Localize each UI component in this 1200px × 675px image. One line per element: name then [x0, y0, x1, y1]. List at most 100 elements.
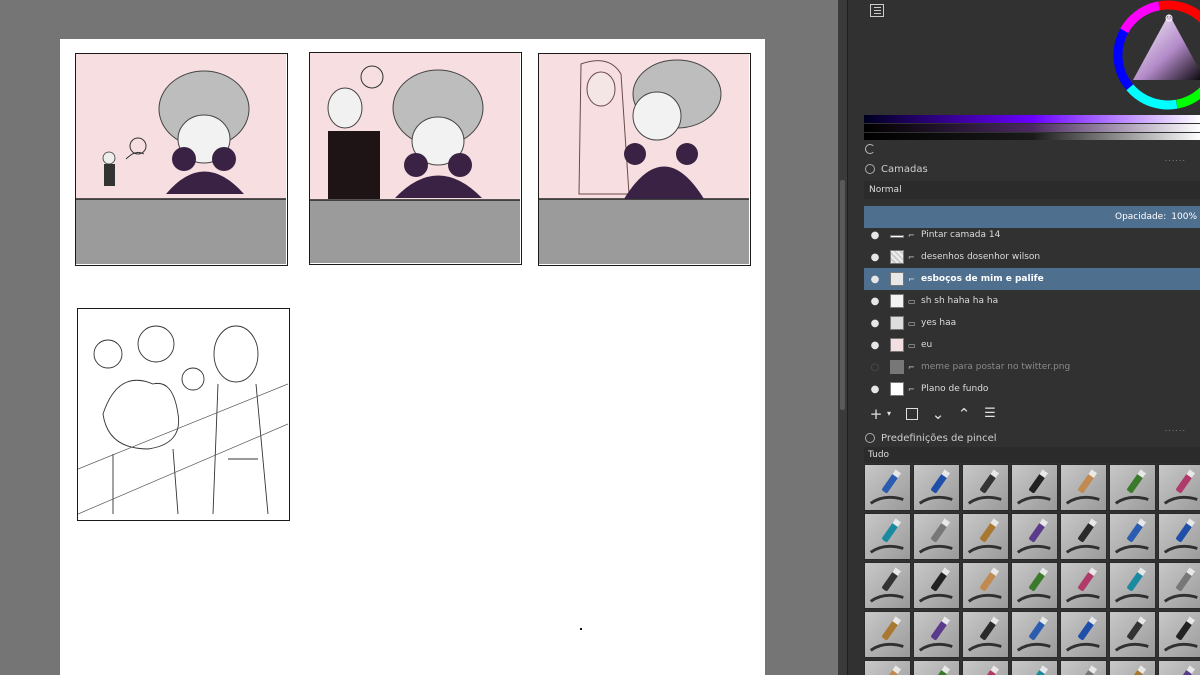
- brush-preset-thumbnail[interactable]: [1011, 562, 1058, 609]
- refresh-icon[interactable]: [865, 144, 875, 154]
- file-layer-icon: ⌐: [908, 362, 915, 372]
- brush-preset-thumbnail[interactable]: [962, 464, 1009, 511]
- layer-thumbnail: [890, 294, 904, 308]
- list-icon[interactable]: [870, 4, 884, 17]
- plus-icon[interactable]: +: [866, 404, 886, 424]
- brush-preset-thumbnail[interactable]: [1158, 562, 1200, 609]
- brush-preset-thumbnail[interactable]: [1060, 464, 1107, 511]
- brush-preset-thumbnail[interactable]: [913, 660, 960, 675]
- brush-preset-thumbnail[interactable]: [1060, 660, 1107, 675]
- brush-preset-thumbnail[interactable]: [864, 464, 911, 511]
- brush-preset-thumbnail[interactable]: [1011, 513, 1058, 560]
- sliders-icon[interactable]: ☰: [980, 404, 1000, 424]
- layer-thumbnail: [890, 338, 904, 352]
- brush-preset-thumbnail[interactable]: [1109, 611, 1156, 658]
- group-layer-icon: ▭: [908, 318, 916, 328]
- eye-icon[interactable]: ●: [868, 318, 882, 329]
- eye-icon[interactable]: ●: [868, 230, 882, 241]
- blend-mode-select[interactable]: Normal: [864, 181, 1200, 199]
- eye-icon[interactable]: ●: [868, 274, 882, 285]
- brush-preset-thumbnail[interactable]: [1109, 513, 1156, 560]
- eye-icon[interactable]: ●: [868, 252, 882, 263]
- canvas-area[interactable]: [0, 0, 847, 675]
- layer-thumbnail: [890, 382, 904, 396]
- blend-mode-value: Normal: [869, 185, 902, 195]
- brush-preset-thumbnail[interactable]: [913, 464, 960, 511]
- color-gradient-bar-3[interactable]: [864, 133, 1200, 140]
- layer-row[interactable]: ● ▭ sh sh haha ha ha: [864, 290, 1200, 312]
- layer-name: esboços de mim e palife: [921, 274, 1044, 284]
- group-layer-icon: ▭: [908, 340, 916, 350]
- paint-layer-icon: ⌐: [908, 230, 915, 240]
- color-triangle: [1133, 14, 1200, 80]
- brush-preset-thumbnail[interactable]: [1011, 464, 1058, 511]
- canvas-vertical-scrollbar[interactable]: [838, 0, 847, 675]
- brush-tag-value: Tudo: [868, 450, 890, 460]
- dropdown-arrow-icon[interactable]: ▾: [884, 404, 894, 424]
- scrollbar-thumb[interactable]: [840, 180, 845, 410]
- layer-thumbnail: [890, 272, 904, 286]
- brush-preset-thumbnail[interactable]: [962, 660, 1009, 675]
- paint-layer-icon: ⌐: [908, 384, 915, 394]
- layer-row-hidden[interactable]: ○ ⌐ meme para postar no twitter.png: [864, 356, 1200, 378]
- layer-name: meme para postar no twitter.png: [921, 362, 1071, 372]
- layer-row[interactable]: ● ⌐ Plano de fundo: [864, 378, 1200, 400]
- lock-icon[interactable]: [865, 164, 875, 174]
- brush-preset-thumbnail[interactable]: [962, 562, 1009, 609]
- eye-icon[interactable]: ●: [868, 296, 882, 307]
- brush-preset-thumbnail[interactable]: [1158, 611, 1200, 658]
- brush-tag-select[interactable]: Tudo: [864, 447, 1200, 463]
- comic-panel-3: [538, 53, 751, 266]
- opacity-slider[interactable]: Opacidade: 100%: [864, 206, 1200, 228]
- chevron-up-icon[interactable]: ⌃: [954, 404, 974, 424]
- layer-row[interactable]: ● ⌐ Pintar camada 14: [864, 228, 1200, 246]
- brush-preset-thumbnail[interactable]: [1158, 513, 1200, 560]
- opacity-value: 100%: [1171, 212, 1197, 222]
- brush-preset-thumbnail[interactable]: [913, 562, 960, 609]
- layer-row[interactable]: ● ▭ eu: [864, 334, 1200, 356]
- brush-preset-thumbnail[interactable]: [1060, 513, 1107, 560]
- comic-panel-2: [309, 52, 522, 265]
- brush-preset-thumbnail[interactable]: [864, 513, 911, 560]
- color-selector[interactable]: [1113, 0, 1200, 112]
- brush-preset-thumbnail[interactable]: [1109, 562, 1156, 609]
- layer-row[interactable]: ● ▭ yes haa: [864, 312, 1200, 334]
- brush-preset-thumbnail[interactable]: [1060, 562, 1107, 609]
- brush-preset-thumbnail[interactable]: [913, 513, 960, 560]
- brush-preset-thumbnail[interactable]: [864, 562, 911, 609]
- layer-row[interactable]: ● ⌐ desenhos dosenhor wilson: [864, 246, 1200, 268]
- brush-preset-thumbnail[interactable]: [913, 611, 960, 658]
- brush-preset-thumbnail[interactable]: [1060, 611, 1107, 658]
- color-gradient-bar-2[interactable]: [864, 124, 1200, 132]
- brush-preset-thumbnail[interactable]: [1011, 660, 1058, 675]
- comic-panel-4-sketch: [77, 308, 290, 521]
- layer-row-selected[interactable]: ● ⌐ esboços de mim e palife: [864, 268, 1200, 290]
- brush-preset-thumbnail[interactable]: [962, 611, 1009, 658]
- duplicate-icon[interactable]: [902, 404, 922, 424]
- brush-preset-thumbnail[interactable]: [864, 660, 911, 675]
- eye-icon[interactable]: ●: [868, 340, 882, 351]
- chevron-down-icon[interactable]: ⌄: [928, 404, 948, 424]
- lock-icon[interactable]: [865, 433, 875, 443]
- paint-layer-icon: ⌐: [908, 252, 915, 262]
- brush-preset-thumbnail[interactable]: [1109, 660, 1156, 675]
- opacity-label: Opacidade:: [1114, 212, 1167, 222]
- layer-name: Pintar camada 14: [921, 230, 1001, 240]
- layers-docker-title: Camadas: [848, 160, 1200, 178]
- comic-panel-1: [75, 53, 288, 266]
- brush-preset-thumbnail[interactable]: [1011, 611, 1058, 658]
- document-page[interactable]: [60, 39, 765, 675]
- brush-preset-thumbnail[interactable]: [1158, 464, 1200, 511]
- layer-thumbnail: [890, 250, 904, 264]
- layer-name: yes haa: [921, 318, 957, 328]
- eye-icon[interactable]: ●: [868, 384, 882, 395]
- eye-closed-icon[interactable]: ○: [868, 362, 882, 373]
- brush-preset-thumbnail[interactable]: [962, 513, 1009, 560]
- color-gradient-bar-1[interactable]: [864, 115, 1200, 123]
- layer-thumbnail: [890, 360, 904, 374]
- layer-name: desenhos dosenhor wilson: [921, 252, 1041, 262]
- brush-preset-thumbnail[interactable]: [864, 611, 911, 658]
- brush-preset-thumbnail[interactable]: [1158, 660, 1200, 675]
- brush-preset-thumbnail[interactable]: [1109, 464, 1156, 511]
- layer-list: ● ⌐ Pintar camada 14 ● ⌐ desenhos dosenh…: [848, 228, 1200, 400]
